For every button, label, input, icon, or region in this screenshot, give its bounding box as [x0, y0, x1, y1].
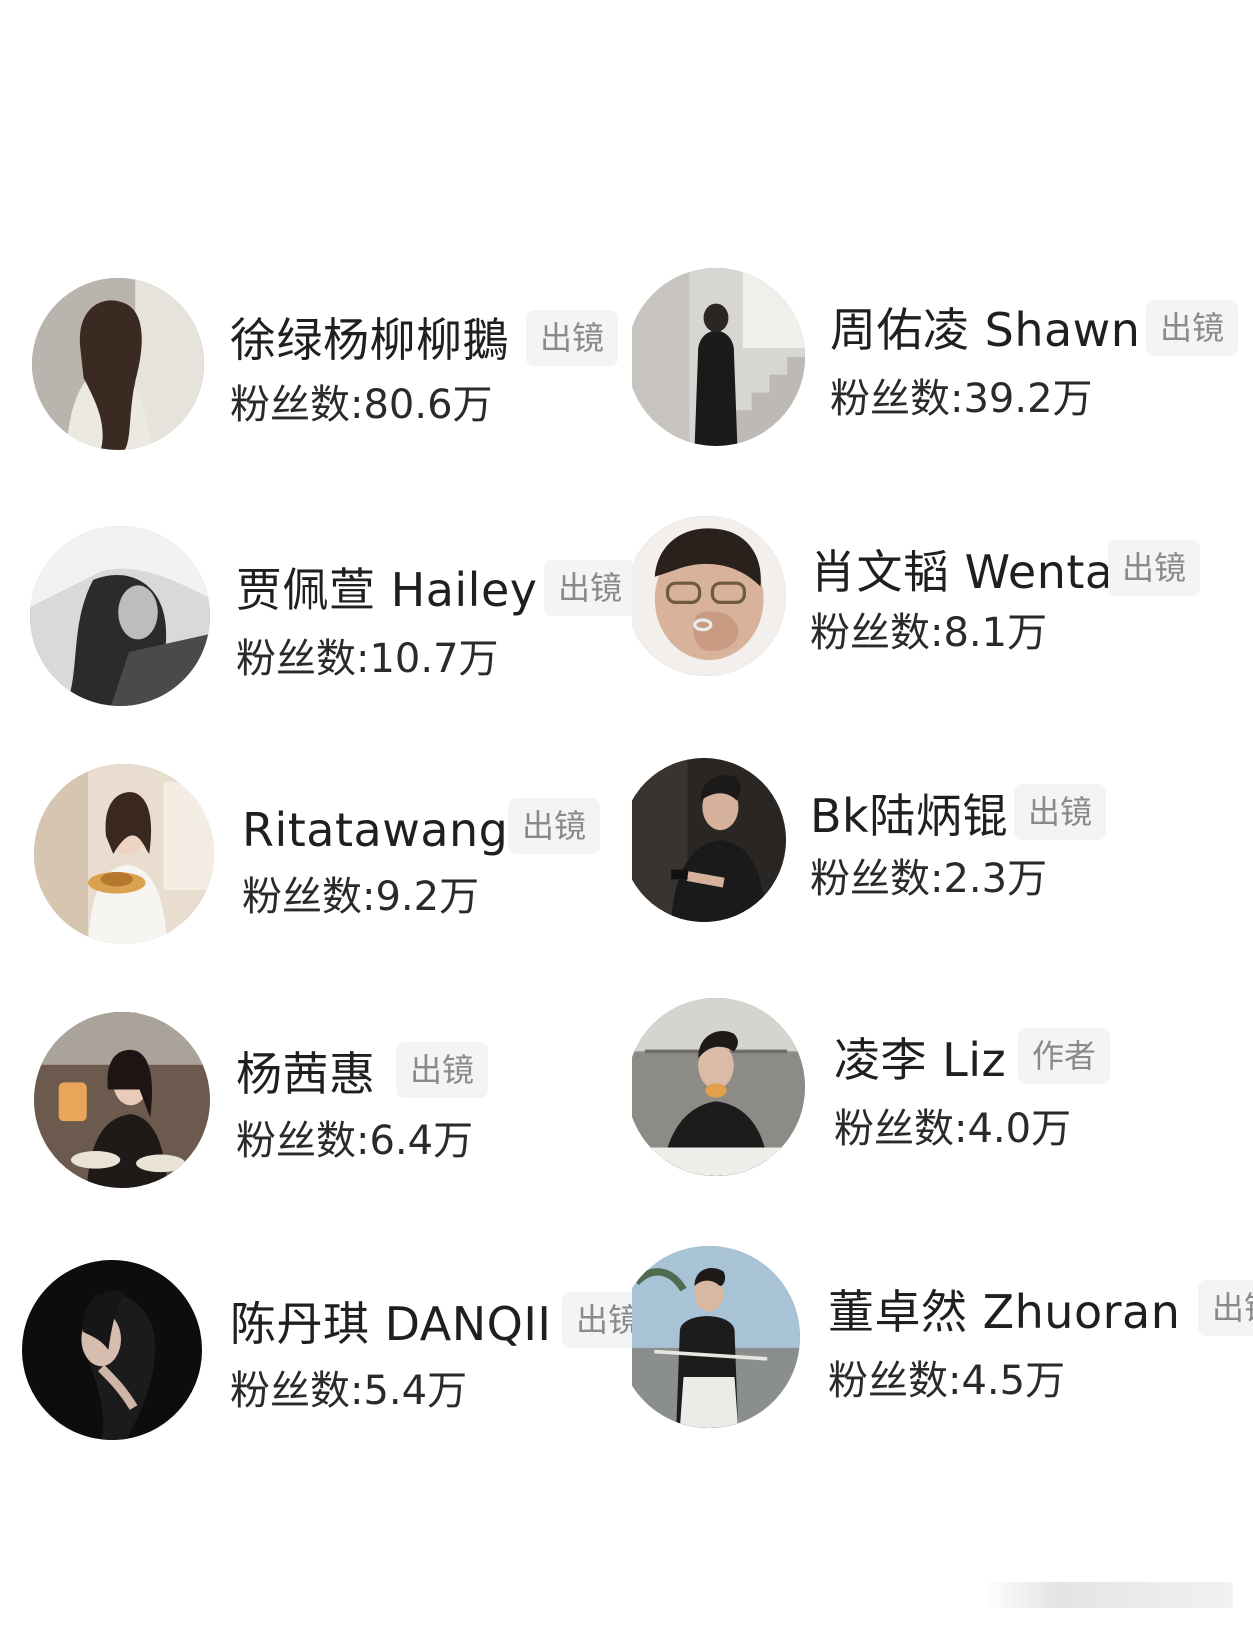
left-column: 徐绿杨柳柳鵝 出镜 粉丝数:80.6万 贾佩萱 Hailey 出镜 粉丝数:10…: [0, 0, 632, 1638]
fans-count: 粉丝数:4.5万: [828, 1358, 1066, 1404]
role-badge: 作者: [1018, 1028, 1111, 1084]
avatar[interactable]: [34, 1012, 210, 1188]
user-name[interactable]: 周佑凌 Shawn: [830, 302, 1140, 358]
role-badge: 出镜: [562, 1292, 632, 1348]
man-phone-portrait-icon: [632, 758, 786, 922]
woman-dinner-portrait-icon: [34, 1012, 210, 1188]
fans-count: 粉丝数:10.7万: [236, 636, 499, 682]
role-badge: 出镜: [1146, 300, 1239, 356]
right-column: 周佑凌 Shawn 出镜 粉丝数:39.2万 肖文韬 Wentao 出镜 粉丝数…: [632, 0, 1253, 1638]
role-badge: 出镜: [1014, 784, 1107, 840]
avatar[interactable]: [22, 1260, 202, 1440]
man-restaurant-portrait-icon: [632, 998, 805, 1176]
user-name[interactable]: Ritatawang: [242, 802, 508, 858]
fans-count: 粉丝数:80.6万: [230, 382, 493, 428]
avatar[interactable]: [34, 764, 214, 944]
man-beach-portrait-icon: [632, 1246, 800, 1428]
role-badge: 出镜: [1108, 540, 1201, 596]
avatar[interactable]: [632, 1246, 800, 1428]
avatar[interactable]: [632, 516, 786, 676]
user-name[interactable]: 陈丹琪 DANQII: [230, 1296, 551, 1352]
avatar[interactable]: [632, 268, 805, 446]
fans-count: 粉丝数:6.4万: [236, 1118, 474, 1164]
fans-count: 粉丝数:8.1万: [810, 610, 1048, 656]
role-badge: 出镜: [1198, 1280, 1253, 1336]
user-name[interactable]: 杨茜惠: [236, 1046, 376, 1102]
user-name[interactable]: 肖文韬 Wentao: [810, 544, 1142, 600]
user-name[interactable]: 董卓然 Zhuoran: [828, 1284, 1180, 1340]
avatar[interactable]: [32, 278, 204, 450]
woman-cake-portrait-icon: [34, 764, 214, 944]
man-stairs-portrait-icon: [632, 268, 805, 446]
avatar[interactable]: [632, 998, 805, 1176]
woman-dark-portrait-icon: [22, 1260, 202, 1440]
man-glasses-portrait-icon: [632, 516, 786, 676]
watermark: [983, 1582, 1233, 1608]
role-badge: 出镜: [508, 798, 601, 854]
user-name[interactable]: 凌李 Liz: [834, 1032, 1006, 1088]
role-badge: 出镜: [396, 1042, 489, 1098]
user-name[interactable]: 贾佩萱 Hailey: [236, 562, 537, 618]
role-badge: 出镜: [526, 310, 619, 366]
user-name[interactable]: 徐绿杨柳柳鵝: [230, 312, 509, 368]
user-name[interactable]: Bk陆炳锟: [810, 788, 1009, 844]
fans-count: 粉丝数:2.3万: [810, 856, 1048, 902]
fans-count: 粉丝数:39.2万: [830, 376, 1093, 422]
woman-bw-portrait-icon: [30, 526, 210, 706]
avatar[interactable]: [632, 758, 786, 922]
woman-portrait-icon: [32, 278, 204, 450]
fans-count: 粉丝数:9.2万: [242, 874, 480, 920]
avatar[interactable]: [30, 526, 210, 706]
fans-count: 粉丝数:4.0万: [834, 1106, 1072, 1152]
role-badge: 出镜: [544, 560, 632, 616]
fans-count: 粉丝数:5.4万: [230, 1368, 468, 1414]
